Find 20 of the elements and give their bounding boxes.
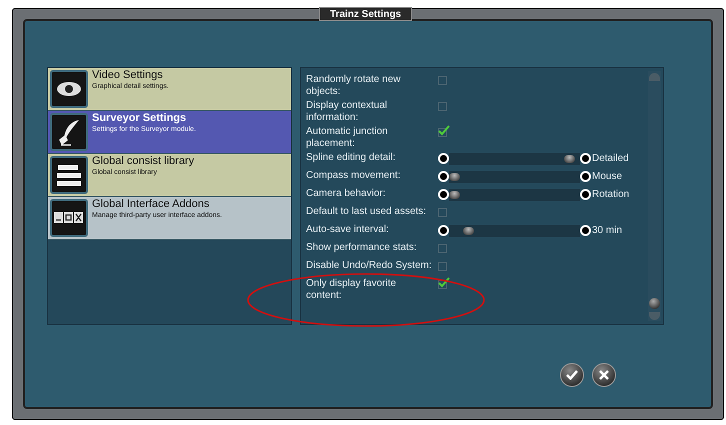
category-title: Video Settings: [92, 69, 164, 82]
slider-value: 30 min: [591, 224, 622, 238]
setting-label: Camera behavior:: [306, 187, 386, 200]
setting-label: Disable Undo/Redo System:: [306, 259, 433, 272]
setting-label: Display contextual information:: [306, 99, 388, 124]
setting-label: Auto-save interval:: [306, 223, 390, 236]
setting-label: Randomly rotate new objects:: [306, 73, 402, 98]
setting-label: Automatic junction placement:: [306, 125, 389, 150]
category-title: Global consist library: [92, 155, 194, 168]
setting-label: Default to last used assets:: [306, 205, 428, 218]
setting-label: Spline editing detail:: [306, 151, 397, 164]
slider-value: Rotation: [591, 188, 630, 202]
slider-value: Mouse: [591, 170, 622, 184]
setting-label: Only display favorite content:: [306, 277, 398, 302]
slider-value: Detailed: [591, 152, 629, 166]
setting-label: Compass movement:: [306, 169, 402, 182]
category-title: Surveyor Settings: [92, 112, 188, 125]
category-title: Global Interface Addons: [92, 198, 210, 211]
window-title: Trainz Settings: [319, 7, 412, 21]
setting-label: Show performance stats:: [306, 241, 418, 254]
